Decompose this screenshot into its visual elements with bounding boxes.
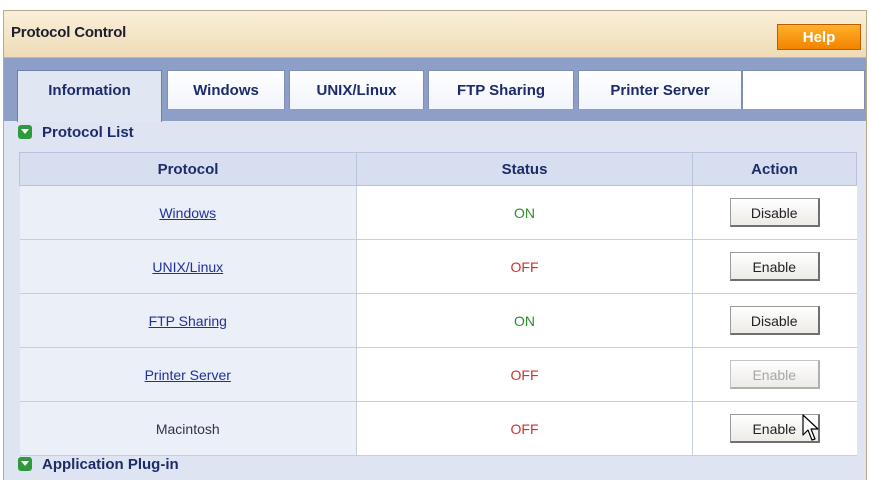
column-header-status: Status	[356, 152, 693, 186]
disable-ftp-sharing-button[interactable]: Disable	[729, 306, 820, 335]
tab-ftp-sharing[interactable]: FTP Sharing	[428, 70, 574, 109]
table-row: Macintosh OFF Enable	[19, 401, 857, 456]
protocol-control-panel: Protocol Control Help Information Window…	[3, 10, 867, 480]
column-header-action: Action	[692, 152, 857, 186]
table-row: FTP Sharing ON Disable	[19, 293, 857, 348]
status-value: OFF	[510, 258, 539, 275]
disable-windows-button[interactable]: Disable	[729, 198, 820, 227]
protocol-link-windows[interactable]: Windows	[159, 205, 216, 221]
page-title: Protocol Control	[11, 24, 127, 41]
protocol-table: Protocol Status Action Windows ON Disabl…	[19, 152, 857, 456]
section-protocol-list[interactable]: Protocol List	[4, 120, 866, 144]
status-value: OFF	[510, 366, 539, 383]
protocol-name-macintosh: Macintosh	[155, 420, 220, 437]
table-row: UNIX/Linux OFF Enable	[19, 239, 857, 294]
tab-windows[interactable]: Windows	[167, 70, 285, 109]
mouse-pointer-icon	[802, 414, 819, 441]
tab-information[interactable]: Information	[17, 70, 162, 122]
tab-strip-filler	[742, 70, 865, 109]
column-header-protocol: Protocol	[19, 152, 357, 186]
status-value: ON	[514, 312, 535, 329]
enable-unix-linux-button[interactable]: Enable	[729, 252, 820, 281]
protocol-link-unix-linux[interactable]: UNIX/Linux	[152, 259, 223, 275]
title-bar: Protocol Control Help	[4, 11, 866, 58]
tab-printer-server[interactable]: Printer Server	[578, 70, 742, 109]
section-application-plugin[interactable]: Application Plug-in	[4, 452, 866, 476]
table-header-row: Protocol Status Action	[19, 152, 857, 186]
help-button[interactable]: Help	[777, 24, 861, 50]
expand-section-icon[interactable]	[18, 457, 32, 471]
status-value: OFF	[510, 420, 539, 437]
tab-strip: Information Windows UNIX/Linux FTP Shari…	[4, 58, 866, 122]
enable-printer-server-button: Enable	[729, 360, 820, 389]
table-row: Windows ON Disable	[19, 185, 857, 240]
table-row: Printer Server OFF Enable	[19, 347, 857, 402]
expand-section-icon[interactable]	[18, 125, 32, 139]
protocol-link-printer-server[interactable]: Printer Server	[145, 367, 231, 383]
protocol-link-ftp-sharing[interactable]: FTP Sharing	[149, 313, 227, 329]
section-title: Protocol List	[42, 123, 134, 141]
tab-unix-linux[interactable]: UNIX/Linux	[289, 70, 424, 109]
status-value: ON	[514, 204, 535, 221]
